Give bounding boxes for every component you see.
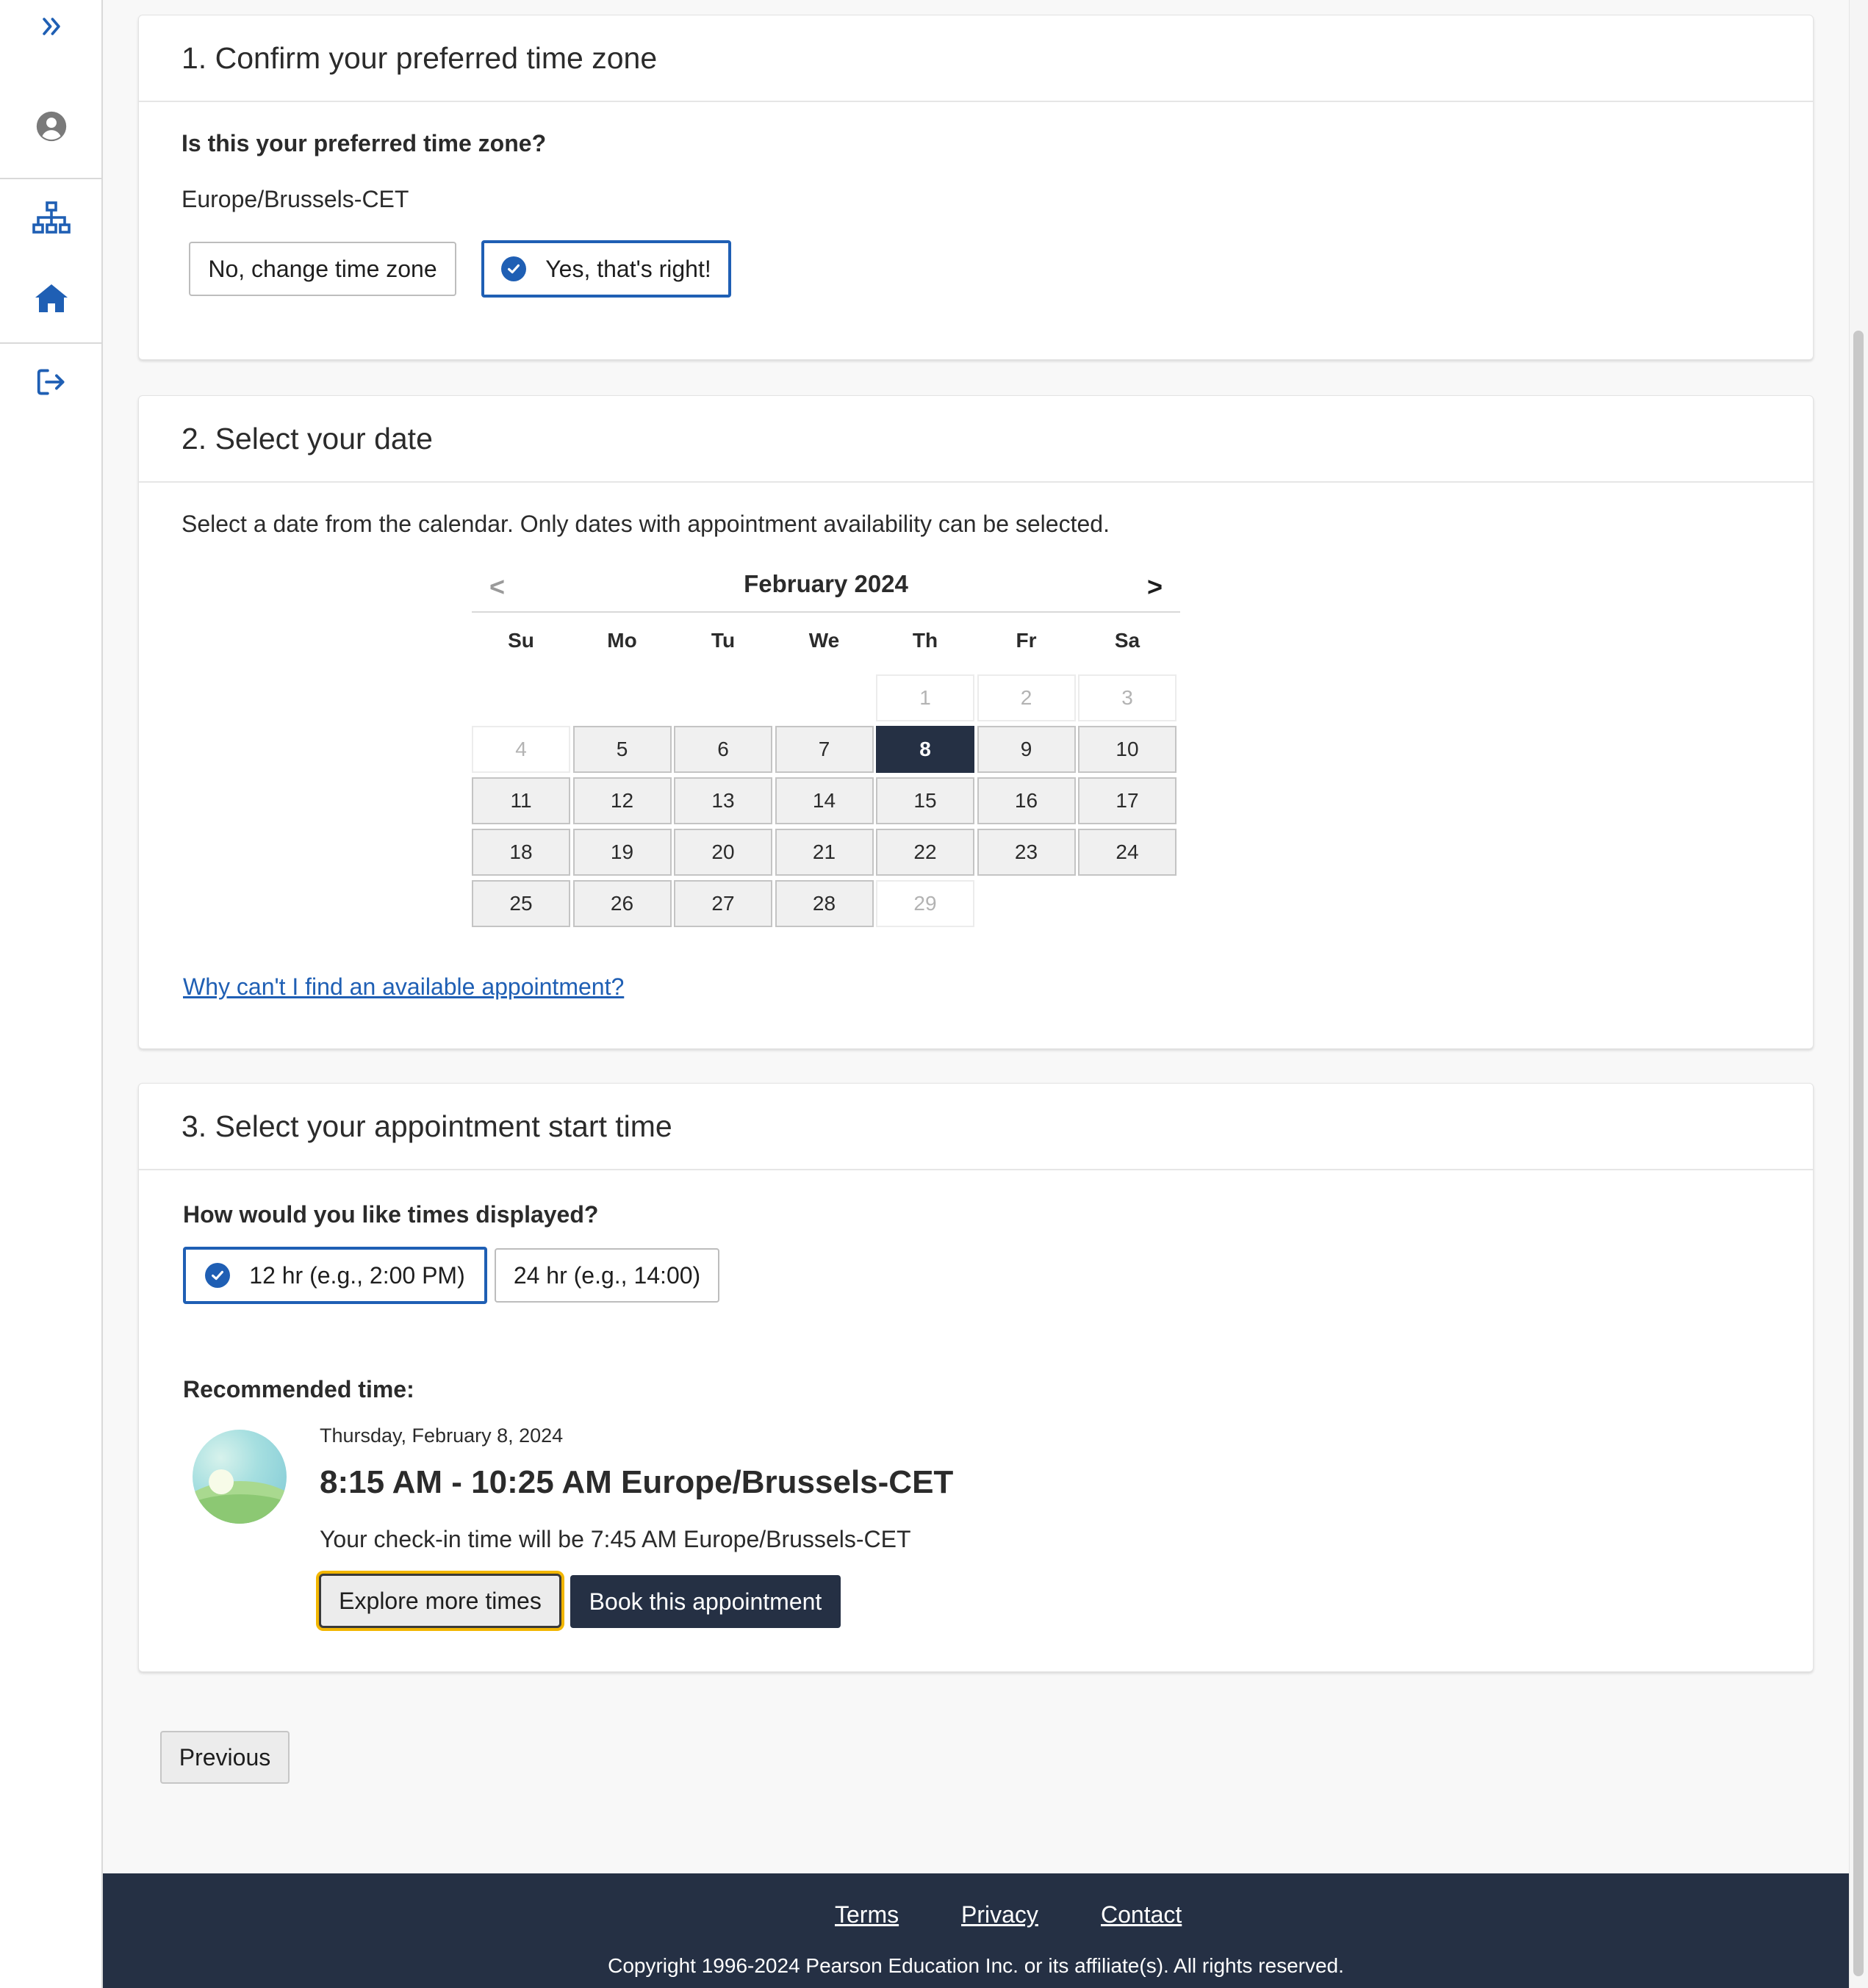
- calendar-day[interactable]: 26: [572, 880, 672, 927]
- weekday-header: Fr: [1016, 629, 1037, 652]
- calendar-day[interactable]: 13: [674, 777, 772, 824]
- calendar-day[interactable]: 25: [472, 880, 570, 927]
- sidebar-divider: [0, 178, 103, 179]
- calendar-day[interactable]: 5: [572, 726, 672, 773]
- calendar-day[interactable]: 12: [572, 777, 672, 824]
- timezone-question: Is this your preferred time zone?: [182, 130, 547, 156]
- copyright-text: Copyright 1996-2024 Pearson Education In…: [608, 1954, 1344, 1977]
- confirm-timezone-button[interactable]: Yes, that's right!: [481, 240, 731, 298]
- checkin-time: Your check-in time will be 7:45 AM Europ…: [320, 1526, 911, 1552]
- calendar-day: 2: [977, 674, 1076, 721]
- expand-sidebar-button[interactable]: [0, 10, 103, 43]
- weekday-header: Su: [508, 629, 534, 652]
- time-format-12hr-button[interactable]: 12 hr (e.g., 2:00 PM): [183, 1247, 487, 1304]
- calendar-day[interactable]: 16: [977, 777, 1076, 824]
- sidebar: [0, 0, 103, 1988]
- check-circle-icon: [501, 256, 527, 281]
- calendar-nav: < February 2024 >: [472, 566, 1180, 613]
- scrollbar-thumb[interactable]: [1853, 331, 1864, 1976]
- sign-out-button[interactable]: [0, 364, 103, 400]
- calendar-day[interactable]: 11: [472, 777, 570, 824]
- section-title: 2. Select your date: [139, 396, 1813, 483]
- confirm-timezone-label: Yes, that's right!: [545, 255, 711, 282]
- calendar-month: February 2024: [744, 570, 908, 597]
- recommended-date: Thursday, February 8, 2024: [320, 1425, 564, 1447]
- sign-out-icon: [37, 369, 65, 395]
- calendar-day[interactable]: 24: [1078, 829, 1177, 876]
- recommended-time: 8:15 AM - 10:25 AM Europe/Brussels-CET: [320, 1464, 954, 1500]
- sitemap-button[interactable]: [0, 198, 103, 238]
- calendar-day[interactable]: 21: [775, 829, 874, 876]
- calendar-day[interactable]: 14: [775, 777, 874, 824]
- date-card: 2. Select your date Select a date from t…: [138, 395, 1814, 1049]
- calendar-day[interactable]: 28: [775, 880, 874, 927]
- calendar-day-selected[interactable]: 8: [876, 726, 974, 773]
- calendar-day: 3: [1078, 674, 1177, 721]
- calendar-day[interactable]: 10: [1078, 726, 1177, 773]
- weekday-header: Mo: [607, 629, 637, 652]
- check-circle-icon: [205, 1263, 231, 1288]
- calendar-day[interactable]: 19: [572, 829, 672, 876]
- next-month-button[interactable]: >: [1147, 572, 1163, 602]
- date-instructions: Select a date from the calendar. Only da…: [182, 511, 1110, 537]
- timezone-value: Europe/Brussels-CET: [182, 186, 409, 212]
- section-title: 3. Select your appointment start time: [139, 1084, 1813, 1170]
- time-format-24hr-label: 24 hr (e.g., 14:00): [513, 1261, 701, 1289]
- weekday-header: Th: [912, 629, 938, 652]
- book-appointment-label: Book this appointment: [589, 1588, 822, 1615]
- time-format-question: How would you like times displayed?: [183, 1201, 599, 1228]
- calendar-day[interactable]: 22: [876, 829, 974, 876]
- privacy-link[interactable]: Privacy: [961, 1901, 1038, 1928]
- section-title: 1. Confirm your preferred time zone: [139, 15, 1813, 102]
- calendar-day[interactable]: 9: [977, 726, 1076, 773]
- change-timezone-label: No, change time zone: [208, 255, 437, 282]
- contact-link[interactable]: Contact: [1101, 1901, 1182, 1928]
- sidebar-divider: [0, 342, 103, 344]
- calendar-day[interactable]: 17: [1078, 777, 1177, 824]
- calendar-day[interactable]: 27: [674, 880, 772, 927]
- calendar-day: 1: [876, 674, 974, 721]
- calendar-day[interactable]: 6: [674, 726, 772, 773]
- terms-link[interactable]: Terms: [835, 1901, 899, 1928]
- calendar-day[interactable]: 18: [472, 829, 570, 876]
- calendar-day[interactable]: 7: [775, 726, 874, 773]
- user-profile-button[interactable]: [0, 109, 103, 144]
- calendar-day: 4: [472, 726, 570, 773]
- sitemap-icon: [32, 201, 71, 234]
- calendar-day[interactable]: 23: [977, 829, 1076, 876]
- timezone-card: 1. Confirm your preferred time zone Is t…: [138, 15, 1814, 360]
- home-icon: [35, 284, 68, 312]
- weekday-header: We: [808, 629, 840, 652]
- user-circle-icon: [36, 111, 67, 142]
- weekday-header: Sa: [1114, 629, 1140, 652]
- calendar-day: 29: [876, 880, 974, 927]
- change-timezone-button[interactable]: No, change time zone: [189, 242, 456, 296]
- time-format-12hr-label: 12 hr (e.g., 2:00 PM): [249, 1261, 465, 1289]
- footer: Terms Privacy Contact Copyright 1996-202…: [103, 1873, 1849, 1988]
- calendar-day[interactable]: 20: [674, 829, 772, 876]
- time-format-24hr-button[interactable]: 24 hr (e.g., 14:00): [495, 1248, 719, 1303]
- home-button[interactable]: [0, 281, 103, 316]
- previous-button[interactable]: Previous: [160, 1731, 290, 1784]
- explore-more-times-label: Explore more times: [339, 1587, 542, 1614]
- recommended-label: Recommended time:: [183, 1376, 414, 1402]
- morning-landscape-image: [193, 1430, 287, 1524]
- book-appointment-button[interactable]: Book this appointment: [570, 1575, 841, 1628]
- explore-more-times-button[interactable]: Explore more times: [319, 1574, 561, 1628]
- unavailable-help-link[interactable]: Why can't I find an available appointmen…: [183, 973, 624, 1001]
- calendar-day[interactable]: 15: [876, 777, 974, 824]
- weekday-header: Tu: [711, 629, 736, 652]
- double-chevron-right-icon: [43, 18, 60, 35]
- previous-label: Previous: [179, 1743, 271, 1771]
